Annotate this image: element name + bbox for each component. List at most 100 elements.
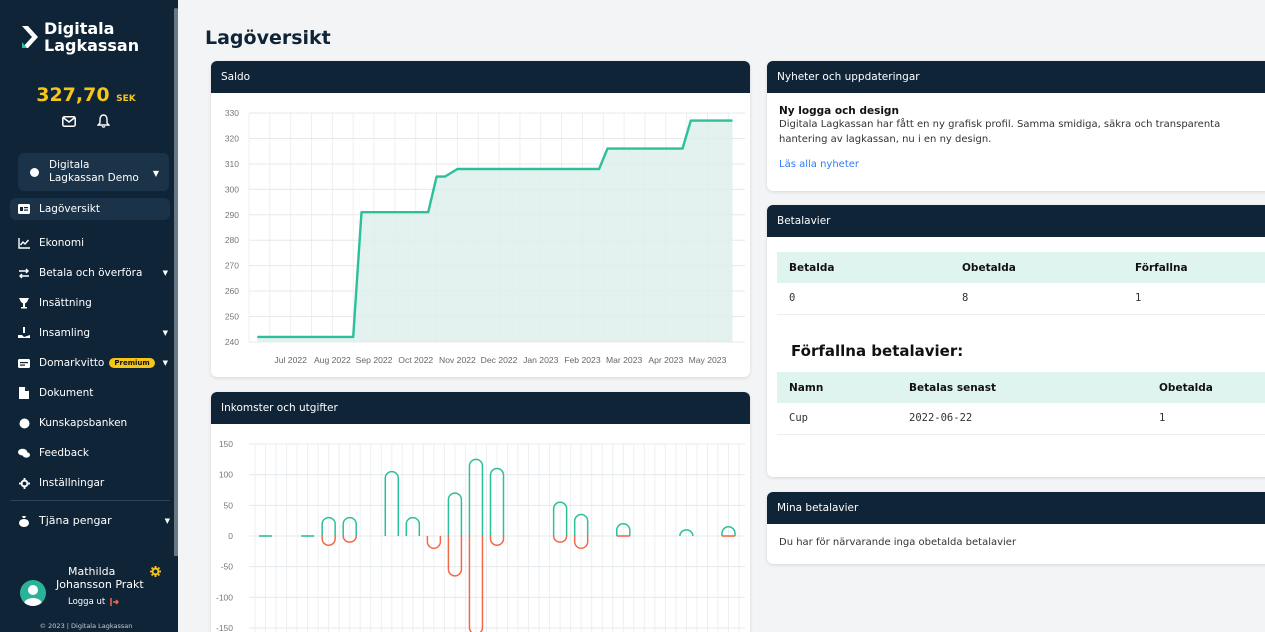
- receipt-icon: [18, 357, 30, 369]
- sidebar-item-dokument[interactable]: Dokument: [10, 378, 170, 408]
- mina-betalavier-title: Mina betalavier: [767, 492, 1265, 524]
- sidebar-scrollbar[interactable]: [174, 8, 178, 568]
- logout-link[interactable]: Logga ut: [68, 597, 120, 607]
- user-last-name: Johansson Prakt: [56, 578, 144, 591]
- sidebar-item-kunskapsbanken[interactable]: Kunskapsbanken: [10, 408, 170, 438]
- sidebar-item-tjana-pengar[interactable]: Tjäna pengar ▼: [18, 514, 170, 527]
- saldo-chart: 240 250 260 270 280 290 300 310 320 330 Jul 2022 Au…: [225, 108, 745, 365]
- y-tick-label: 240: [225, 337, 239, 347]
- cell-obetalda: 1: [1147, 403, 1265, 435]
- brand-line2: Lagkassan: [44, 36, 140, 55]
- sidebar-item-label: Insättning: [39, 297, 92, 309]
- x-tick-label: Oct 2022: [398, 355, 433, 365]
- news-text-line2: hantering av lagkassan, nu i en ny desig…: [779, 134, 992, 145]
- mail-icon[interactable]: [60, 112, 78, 130]
- cell-forfallna: 1: [1123, 283, 1265, 315]
- column-header-betalas-senast: Betalas senast: [897, 372, 1147, 403]
- y-tick-label: 310: [225, 159, 239, 169]
- saldo-area: [257, 120, 733, 342]
- sidebar-item-label: Tjäna pengar: [39, 514, 112, 527]
- sidebar-item-label: Insamling: [39, 327, 91, 339]
- user-name: Mathilda Johansson Prakt: [56, 565, 144, 591]
- copyright: © 2023 | Digitala Lagkassan: [39, 622, 133, 630]
- gear-icon[interactable]: [150, 566, 161, 577]
- column-header-namn: Namn: [777, 372, 897, 403]
- bell-icon[interactable]: [94, 112, 112, 130]
- news-card: Nyheter och uppdateringar Ny logga och d…: [767, 61, 1265, 191]
- betalavier-card-title: Betalavier: [767, 205, 1265, 237]
- forfallna-title: Förfallna betalavier:: [791, 342, 964, 360]
- sidebar-item-label: Domarkvitto: [39, 357, 105, 369]
- chevron-down-icon: ▼: [162, 359, 168, 367]
- deposit-icon: [18, 297, 30, 309]
- y-tick-label: 250: [225, 312, 239, 322]
- mina-betalavier-card: Mina betalavier Du har för närvarande in…: [767, 492, 1265, 564]
- y-tick-label: 290: [225, 210, 239, 220]
- betalavier-card: Betalavier Betalda Obetalda Förfallna 0 …: [767, 205, 1265, 477]
- logo-icon: [22, 26, 38, 48]
- balance: 327,70 SEK: [0, 84, 172, 106]
- y-tick-label: 300: [225, 184, 239, 194]
- y-tick-label: 320: [225, 133, 239, 143]
- cell-namn: Cup: [777, 403, 897, 435]
- team-name-line1: Digitala: [49, 159, 90, 171]
- sidebar-item-feedback[interactable]: Feedback: [10, 438, 170, 468]
- news-card-title: Nyheter och uppdateringar: [767, 61, 1265, 93]
- avatar[interactable]: [20, 580, 46, 606]
- sidebar-item-insamling[interactable]: Insamling ▼: [10, 318, 170, 348]
- table-row[interactable]: Cup 2022-06-22 1: [777, 403, 1265, 435]
- x-tick-label: Feb 2023: [564, 355, 601, 365]
- sidebar-item-label: Feedback: [39, 447, 90, 459]
- y-tick-label: 150: [219, 439, 233, 449]
- read-all-news-link[interactable]: Läs alla nyheter: [779, 159, 1265, 170]
- column-header-obetalda: Obetalda: [1147, 372, 1265, 403]
- brand-name: Digitala Lagkassan: [44, 20, 139, 54]
- y-tick-label: 100: [219, 470, 233, 480]
- logout-icon: [110, 598, 120, 606]
- forfallna-table: Namn Betalas senast Obetalda Cup 2022-06…: [777, 372, 1265, 435]
- table-header-row: Namn Betalas senast Obetalda: [777, 372, 1265, 403]
- sidebar-nav: Lagöversikt Ekonomi Betala och överföra ▼ In…: [10, 198, 170, 498]
- premium-badge: Premium: [109, 358, 155, 368]
- logout-label: Logga ut: [68, 597, 106, 607]
- sidebar-item-label: Betala och överföra: [39, 267, 143, 279]
- team-avatar-icon: [30, 167, 39, 177]
- y-tick-label: 270: [225, 261, 239, 271]
- x-tick-label: May 2023: [689, 355, 727, 365]
- sidebar-item-domarkvitto[interactable]: Domarkvitto Premium ▼: [10, 348, 170, 378]
- brand-logo-link[interactable]: Digitala Lagkassan: [20, 20, 139, 54]
- x-tick-label: Jul 2022: [274, 355, 307, 365]
- x-tick-label: Dec 2022: [481, 355, 518, 365]
- y-tick-label: 280: [225, 235, 239, 245]
- team-select[interactable]: Digitala Lagkassan Demo ▼: [18, 153, 169, 191]
- saldo-card: Saldo 240 250 260 270 280 290 300 310 320 330 Jul …: [211, 61, 750, 377]
- y-tick-label: 50: [224, 500, 234, 510]
- sidebar-item-label: Inställningar: [39, 477, 105, 489]
- x-tick-label: Apr 2023: [648, 355, 683, 365]
- sidebar: Digitala Lagkassan 327,70 SEK Digitala L…: [0, 0, 178, 632]
- table-header-row: Betalda Obetalda Förfallna: [777, 252, 1265, 283]
- news-heading: Ny logga och design: [779, 105, 899, 117]
- sidebar-item-lagöversikt[interactable]: Lagöversikt: [10, 198, 170, 220]
- mina-betalavier-text: Du har för närvarande inga obetalda beta…: [779, 537, 1017, 548]
- chevron-down-icon: ▼: [162, 329, 168, 337]
- sidebar-item-inställningar[interactable]: Inställningar: [10, 468, 170, 498]
- card-icon: [18, 203, 30, 215]
- document-icon: [18, 387, 30, 399]
- chevron-down-icon: ▼: [152, 169, 159, 178]
- y-tick-label: -100: [216, 592, 233, 602]
- column-header-forfallna: Förfallna: [1123, 252, 1265, 283]
- brand-line1: Digitala: [44, 19, 115, 38]
- news-text-line1: Digitala Lagkassan har fått en ny grafis…: [779, 119, 1221, 130]
- page-title: Lagöversikt: [205, 27, 331, 49]
- balance-currency: SEK: [116, 94, 136, 104]
- top-icons: [0, 112, 172, 130]
- x-tick-label: Aug 2022: [314, 355, 351, 365]
- sidebar-item-insättning[interactable]: Insättning: [10, 288, 170, 318]
- sidebar-item-ekonomi[interactable]: Ekonomi: [10, 228, 170, 258]
- bulb-icon: [18, 417, 30, 429]
- cell-betalda: 0: [777, 283, 950, 315]
- user-panel: Mathilda Johansson Prakt Logga ut © 2023…: [0, 556, 178, 632]
- sidebar-item-betala-och-överföra[interactable]: Betala och överföra ▼: [10, 258, 170, 288]
- sidebar-item-label: Dokument: [39, 387, 94, 399]
